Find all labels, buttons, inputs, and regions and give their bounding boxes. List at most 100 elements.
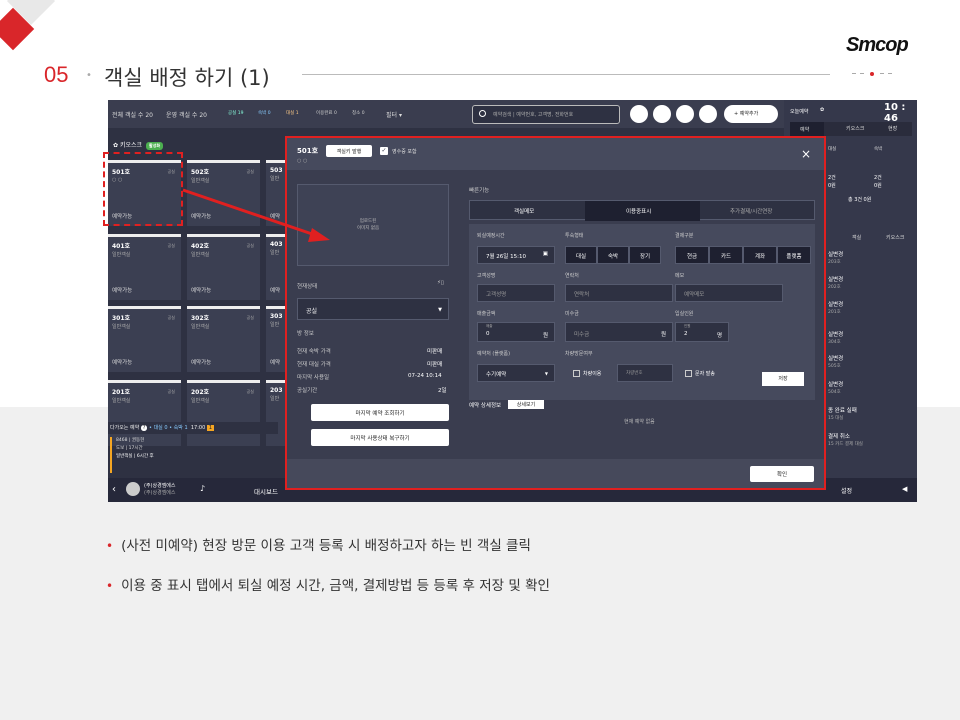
room-card-401[interactable]: 401호 공실 일반객실 예약가능 (108, 234, 181, 300)
room-card-403[interactable]: 403 일반 예약 (266, 234, 286, 300)
kiosk-icon: ✿ (113, 142, 120, 149)
total-rooms: 전체 객실 수 20 (112, 112, 153, 119)
title-divider (302, 74, 830, 75)
section-dot: • (86, 70, 92, 81)
payment-cash[interactable]: 현금 (675, 246, 709, 264)
upcoming-reservations[interactable]: 다가오는 예약 ? • 대실 0 • 숙박 1 17:00 1 (108, 422, 278, 434)
memo-input[interactable]: 예약메모 (675, 284, 783, 302)
tab-room-memo[interactable]: 객실메모 (514, 207, 534, 215)
edit-icon[interactable] (676, 105, 694, 123)
event-item[interactable]: 실변경 203호 (828, 250, 843, 265)
speaker-icon[interactable]: ◀ (902, 485, 907, 493)
room-card-301[interactable]: 301호 공실 일반객실 예약가능 (108, 306, 181, 372)
room-card-503[interactable]: 503 일반 예약 (266, 160, 286, 226)
stay-type-overnight[interactable]: 숙박 (597, 246, 629, 264)
modal-footer (287, 459, 824, 488)
event-item[interactable]: 종 완료 실패 15 대실 (828, 406, 857, 421)
payment-transfer[interactable]: 계좌 (743, 246, 777, 264)
room-card-202[interactable]: 202호 공실 일반객실 (187, 380, 260, 446)
room-card-302[interactable]: 302호 공실 일반객실 예약가능 (187, 306, 260, 372)
detail-view-button[interactable]: 상세보기 (508, 400, 544, 409)
status-count: 공실 19 (228, 111, 244, 116)
room-info-label: 방 정보 (297, 331, 314, 337)
room-card-502[interactable]: 502호 공실 일반객실 예약가능 (187, 160, 260, 226)
kiosk-badge: 활성화 (146, 142, 164, 150)
add-reservation-button[interactable]: + 예약추가 (724, 105, 778, 123)
sms-checkbox[interactable] (685, 370, 692, 377)
receipt-checkbox[interactable]: ✓ (380, 147, 388, 155)
payment-platform[interactable]: 플랫폼 (777, 246, 811, 264)
today-label: 오늘예약 (790, 109, 809, 115)
event-item[interactable]: 실변경 504호 (828, 380, 843, 395)
clock: 10 : 46 (884, 102, 906, 124)
bullet-item: • 이용 중 표시 탭에서 퇴실 예정 시간, 금액, 결제방법 등 등록 후 저… (106, 578, 550, 594)
event-item[interactable]: 실변경 304호 (828, 330, 843, 345)
save-button[interactable]: 저장 (762, 372, 804, 386)
chevron-down-icon: ▼ (438, 307, 442, 313)
last-reservation-button[interactable]: 마지막 예약 조회하기 (311, 404, 449, 421)
event-item[interactable]: 실변경 505호 (828, 354, 843, 369)
bell-icon[interactable]: ♪ (200, 484, 205, 493)
event-item[interactable]: 실변경 202호 (828, 275, 843, 290)
dashboard-button[interactable]: 대시보드 (254, 486, 278, 496)
chevron-left-icon[interactable]: ‹ (112, 484, 116, 495)
status-count: 대실 1 (286, 111, 299, 116)
image-placeholder-text: 업로드된 이미지 없음 (357, 219, 380, 231)
event-item[interactable]: 실변경 201호 (828, 300, 843, 315)
gear-icon[interactable]: ✿ (820, 107, 824, 113)
close-icon[interactable]: × (801, 147, 811, 161)
title-decoration (852, 72, 892, 76)
settings-button[interactable]: 설정 (841, 486, 852, 495)
amount-input[interactable]: 매출 0 원 (477, 322, 555, 342)
upcoming-reservation-item[interactable]: 8468 | 권동현 도보 | 17시간 일반객실 | 6시간 후 (110, 437, 180, 473)
tab-room[interactable]: 객실 (852, 234, 861, 241)
grid-icon[interactable] (653, 105, 671, 123)
filter-dropdown[interactable]: 필터 ▾ (386, 110, 402, 119)
tab-extra-payment[interactable]: 추가결제/시간연장 (730, 207, 772, 215)
car-checkbox[interactable] (573, 370, 580, 377)
current-status-select[interactable]: 공실 ▼ (297, 298, 449, 320)
customer-name-input[interactable]: 고객성명 (477, 284, 555, 302)
company-logo: Smcop (846, 34, 909, 56)
phone-input[interactable]: 연락처 (565, 284, 673, 302)
payment-card[interactable]: 카드 (709, 246, 743, 264)
modal-room-sub: ○ ○ (297, 158, 308, 164)
car-number-input[interactable]: 차량번호 (617, 364, 673, 382)
room-modal: 501호 ○ ○ 객실키 발행 ✓ 영수증 포함 × 업로드된 이미지 없음 현재… (285, 136, 826, 490)
guests-input[interactable]: 인원 2 명 (675, 322, 729, 342)
tab-reservation[interactable]: 예약 (790, 122, 824, 136)
today-tabs: 예약 키오스크 현장 (790, 122, 912, 136)
reservation-search-input[interactable]: 예약검색 | 예약번호, 고객명, 전화번호 (472, 105, 620, 124)
function-tabs: 객실메모 이용중표시 추가결제/시간연장 (469, 200, 815, 221)
checkout-time-field[interactable]: 7월 26일 15:10 ▣ (477, 246, 555, 264)
stay-type-daytime[interactable]: 대실 (565, 246, 597, 264)
avatar[interactable] (126, 482, 140, 496)
tab-kiosk[interactable]: 키오스크 (846, 125, 864, 132)
app-screenshot: 전체 객실 수 20 운영 객실 수 20 공실 19 숙박 0 대실 1 이용… (108, 100, 917, 502)
current-status-label: 현재상태 (297, 284, 318, 290)
status-count: 청소 0 (352, 111, 365, 116)
tab-in-use[interactable]: 이용중표시 (626, 207, 651, 215)
bolt-icon[interactable]: ⚡▯ (437, 280, 444, 286)
highlight-box (103, 152, 183, 226)
corner-decoration (0, 0, 60, 60)
room-card-402[interactable]: 402호 공실 일반객실 예약가능 (187, 234, 260, 300)
chevron-down-icon: ▼ (544, 371, 548, 376)
receipt-label: 영수증 포함 (392, 149, 417, 155)
status-count: 이용완료 0 (316, 111, 337, 116)
restore-status-button[interactable]: 마지막 사용상태 복구하기 (311, 429, 449, 446)
confirm-button[interactable]: 확인 (750, 466, 814, 482)
event-item[interactable]: 결제 취소 15 카드 결제 대실 (828, 432, 863, 447)
tab-kiosk-log[interactable]: 키오스크 (886, 234, 904, 241)
stay-type-longterm[interactable]: 장기 (629, 246, 661, 264)
palette-icon[interactable] (630, 105, 648, 123)
room-card-203[interactable]: 203 일반 (266, 380, 286, 446)
unpaid-input[interactable]: 미수금 원 (565, 322, 673, 342)
room-card-303[interactable]: 303 일반 예약 (266, 306, 286, 372)
reservation-source-select[interactable]: 수기예약 ▼ (477, 364, 555, 382)
issue-key-button[interactable]: 객실키 발행 (326, 145, 372, 157)
detail-label: 예약 상세정보 (469, 403, 502, 409)
gear-icon[interactable] (699, 105, 717, 123)
tab-onsite[interactable]: 현장 (888, 125, 897, 132)
section-number: 05 (44, 62, 69, 87)
